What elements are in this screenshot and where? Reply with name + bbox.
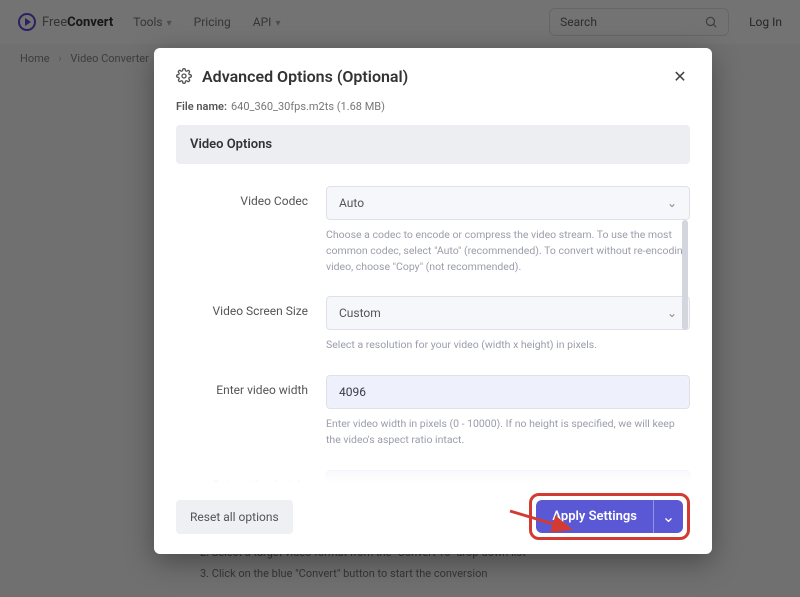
select-video-codec[interactable]: Auto ⌄ <box>326 186 690 220</box>
input-video-width-value: 4096 <box>339 385 366 399</box>
modal-title: Advanced Options (Optional) <box>202 67 408 86</box>
close-icon: ✕ <box>673 67 686 86</box>
apply-settings-button[interactable]: Apply Settings <box>536 500 653 533</box>
select-video-codec-value: Auto <box>339 196 364 210</box>
chevron-down-icon: ⌄ <box>667 196 677 210</box>
hint-video-codec: Choose a codec to encode or compress the… <box>326 227 690 274</box>
input-video-width[interactable]: 4096 <box>326 375 690 409</box>
field-video-codec: Video Codec Auto ⌄ Choose a codec to enc… <box>176 186 690 274</box>
reset-all-button[interactable]: Reset all options <box>176 500 293 534</box>
file-name-value: 640_360_30fps.m2ts (1.68 MB) <box>231 100 385 113</box>
advanced-options-modal: Advanced Options (Optional) ✕ File name:… <box>154 48 712 554</box>
chevron-down-icon: ⌄ <box>662 507 675 526</box>
hint-video-width: Enter video width in pixels (0 - 10000).… <box>326 416 690 448</box>
label-video-codec: Video Codec <box>176 186 326 274</box>
modal-footer: Reset all options Apply Settings ⌄ <box>176 493 690 540</box>
select-screen-size-value: Custom <box>339 306 381 320</box>
options-scroll-area: Video Options Video Codec Auto ⌄ Choose … <box>176 125 690 483</box>
hint-screen-size: Select a resolution for your video (widt… <box>326 337 690 353</box>
field-video-width: Enter video width 4096 Enter video width… <box>176 375 690 448</box>
field-screen-size: Video Screen Size Custom ⌄ Select a reso… <box>176 296 690 353</box>
scroll-fade <box>176 447 690 483</box>
file-name-label: File name: <box>176 100 227 113</box>
label-screen-size: Video Screen Size <box>176 296 326 353</box>
label-video-width: Enter video width <box>176 375 326 448</box>
file-name-row: File name: 640_360_30fps.m2ts (1.68 MB) <box>176 100 690 113</box>
apply-dropdown-button[interactable]: ⌄ <box>653 500 683 533</box>
apply-highlight-box: Apply Settings ⌄ <box>529 493 690 540</box>
apply-button-group: Apply Settings ⌄ <box>536 500 683 533</box>
chevron-down-icon: ⌄ <box>667 306 677 320</box>
gear-icon <box>176 68 192 84</box>
video-options-heading: Video Options <box>176 125 690 164</box>
modal-header: Advanced Options (Optional) ✕ <box>176 66 690 86</box>
scrollbar-thumb[interactable] <box>682 220 688 330</box>
select-screen-size[interactable]: Custom ⌄ <box>326 296 690 330</box>
close-button[interactable]: ✕ <box>670 66 690 86</box>
